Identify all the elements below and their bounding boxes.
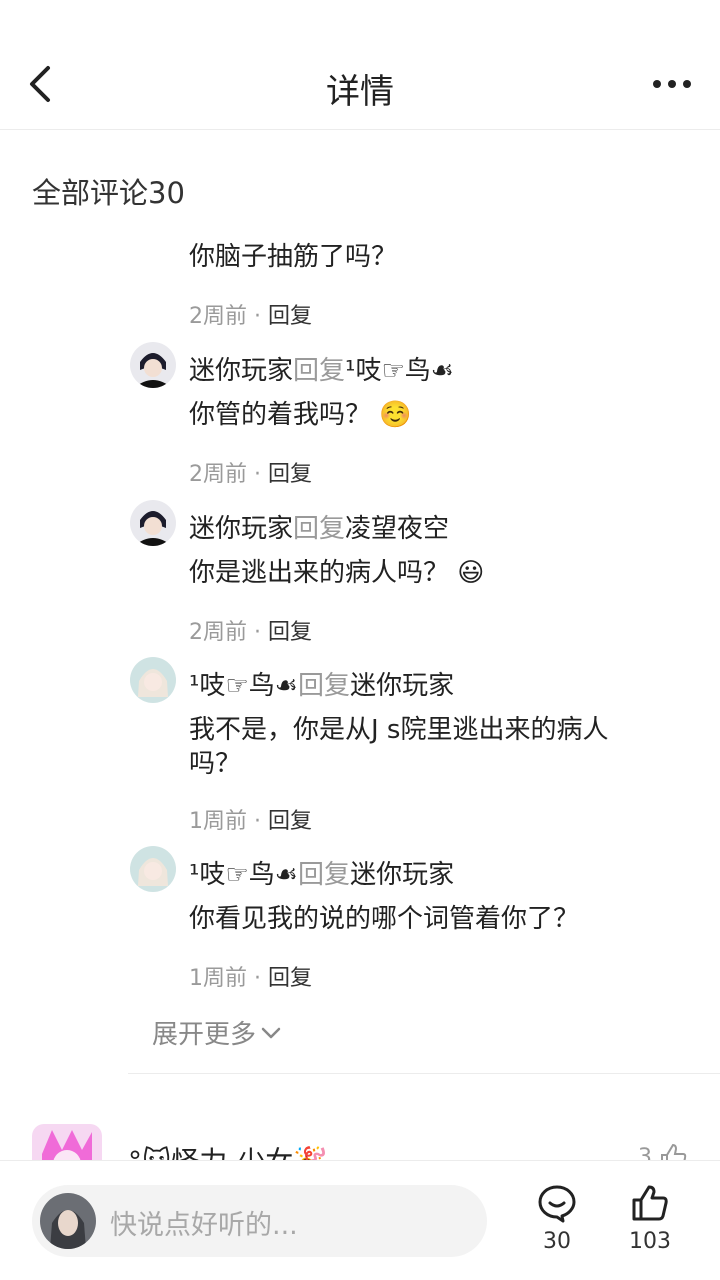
reply-time: 2周前	[189, 620, 247, 645]
reply-header: ¹吱☞鸟☙回复迷你玩家	[189, 665, 454, 702]
top-bar: 详情	[0, 0, 720, 130]
more-options-button[interactable]	[650, 70, 694, 98]
avatar	[40, 1193, 96, 1249]
reply-time: 1周前	[189, 809, 247, 834]
reply-header: 迷你玩家回复¹吱☞鸟☙	[189, 350, 454, 387]
reply-button[interactable]: 回复	[268, 304, 312, 329]
reply-target-name[interactable]: 迷你玩家	[350, 860, 454, 890]
reply-target-name[interactable]: 迷你玩家	[350, 671, 454, 701]
more-dots-icon	[653, 80, 661, 88]
reply-text: 你管的着我吗？ ☺️	[189, 400, 412, 430]
divider	[128, 1073, 720, 1074]
reply-word: 回复	[293, 514, 346, 544]
author-name[interactable]: 迷你玩家	[189, 514, 293, 544]
reply-button[interactable]: 回复	[268, 620, 312, 645]
reply-text: 我不是，你是从J s院里逃出来的病人吗？	[189, 715, 609, 779]
avatar[interactable]	[130, 500, 176, 546]
reply-button[interactable]: 回复	[268, 809, 312, 834]
bottom-bar: 快说点好听的... 30 103	[0, 1160, 720, 1280]
more-dot	[683, 80, 691, 88]
input-placeholder: 快说点好听的...	[110, 1210, 298, 1241]
reply-time: 1周前	[189, 966, 247, 991]
reply-meta: 2周前 · 回复	[189, 462, 312, 487]
avatar[interactable]	[130, 657, 176, 703]
reply-text: 你脑子抽筋了吗？	[189, 242, 398, 272]
reply-button[interactable]: 回复	[268, 966, 312, 991]
reply-target-name[interactable]: ¹吱☞鸟☙	[345, 356, 454, 386]
reply-time: 2周前	[189, 462, 247, 487]
comment-button[interactable]: 30	[522, 1183, 592, 1254]
reply-word: 回复	[298, 860, 351, 890]
author-name[interactable]: 迷你玩家	[189, 356, 293, 386]
reply-word: 回复	[298, 671, 351, 701]
reply-time: 2周前	[189, 304, 247, 329]
expand-more-button[interactable]: 展开更多	[152, 1014, 282, 1051]
avatar[interactable]	[130, 846, 176, 892]
expand-more-label: 展开更多	[152, 1020, 257, 1050]
comment-bubble-icon	[538, 1185, 576, 1223]
like-button[interactable]: 103	[615, 1183, 685, 1254]
comment-count: 30	[543, 1229, 571, 1254]
author-name[interactable]: ¹吱☞鸟☙	[189, 671, 298, 701]
comments-count-title: 全部评论30	[32, 176, 185, 210]
author-name[interactable]: ¹吱☞鸟☙	[189, 860, 298, 890]
reply-header: ¹吱☞鸟☙回复迷你玩家	[189, 854, 454, 891]
reply-meta: 1周前 · 回复	[189, 809, 312, 834]
page-title: 详情	[326, 72, 394, 112]
reply-meta: 1周前 · 回复	[189, 966, 312, 991]
more-dot	[668, 80, 676, 88]
like-count: 103	[629, 1229, 671, 1254]
chevron-down-icon	[261, 1027, 281, 1038]
comment-input[interactable]: 快说点好听的...	[32, 1185, 487, 1257]
reply-button[interactable]: 回复	[268, 462, 312, 487]
reply-meta: 2周前 · 回复	[189, 620, 312, 645]
reply-word: 回复	[293, 356, 346, 386]
reply-text: 你是逃出来的病人吗？ 😃	[189, 558, 485, 588]
reply-target-name[interactable]: 凌望夜空	[345, 514, 449, 544]
reply-meta: 2周前 · 回复	[189, 304, 312, 329]
thumbs-up-icon	[632, 1185, 668, 1221]
reply-header: 迷你玩家回复凌望夜空	[189, 508, 449, 545]
reply-text: 你看见我的说的哪个词管着你了？	[189, 904, 580, 934]
avatar[interactable]	[130, 342, 176, 388]
